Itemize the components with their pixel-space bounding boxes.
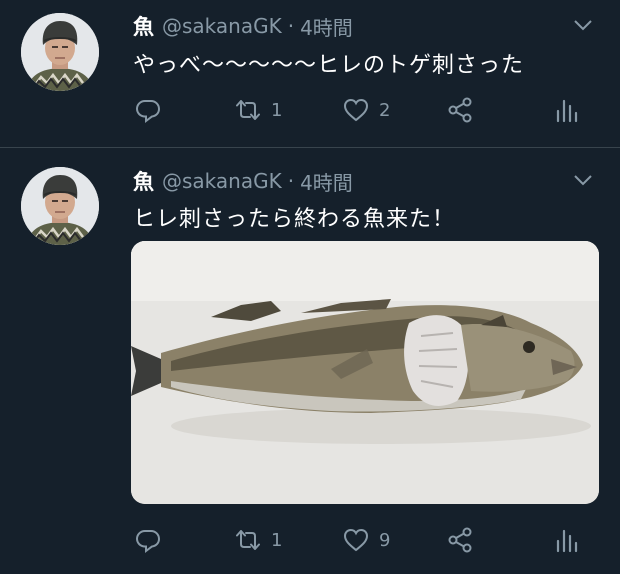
reply-icon <box>135 530 161 553</box>
like-count: 2 <box>379 99 391 121</box>
like-button[interactable]: 2 <box>343 96 390 124</box>
like-icon <box>343 528 369 552</box>
fish-photo <box>131 241 599 504</box>
action-bar: 1 9 <box>135 526 585 554</box>
separator-dot: · <box>287 14 295 38</box>
stats-button[interactable] <box>553 96 579 124</box>
retweet-count: 1 <box>271 529 283 551</box>
retweet-count: 1 <box>271 99 283 121</box>
tweet-text: ヒレ刺さったら終わる魚来た！ <box>133 207 456 232</box>
share-icon <box>448 97 472 123</box>
tweet-text: やっべ〜〜〜〜〜ヒレのトゲ刺さった <box>133 53 525 78</box>
separator-dot: · <box>287 169 295 193</box>
retweet-icon <box>236 100 260 120</box>
handle[interactable]: @sakanaGK <box>162 14 282 38</box>
share-button[interactable] <box>447 96 473 124</box>
timestamp[interactable]: 4時間 <box>300 12 353 41</box>
reply-icon <box>135 100 161 123</box>
share-icon <box>448 527 472 553</box>
timestamp[interactable]: 4時間 <box>300 167 353 196</box>
like-button[interactable]: 9 <box>343 526 390 554</box>
reply-button[interactable] <box>135 96 161 124</box>
tweet-photo[interactable] <box>131 241 599 504</box>
share-button[interactable] <box>447 526 473 554</box>
avatar[interactable] <box>21 13 99 91</box>
stats-icon <box>556 529 578 553</box>
chevron-down-icon[interactable] <box>572 169 594 191</box>
display-name[interactable]: 魚 <box>133 11 154 41</box>
tweet-header: 魚 @sakanaGK · 4時間 <box>133 11 353 41</box>
reply-button[interactable] <box>135 526 161 554</box>
tweet[interactable]: 魚 @sakanaGK · 4時間 やっべ〜〜〜〜〜ヒレのトゲ刺さった 1 2 <box>0 0 620 148</box>
action-bar: 1 2 <box>135 96 585 124</box>
retweet-button[interactable]: 1 <box>235 526 282 554</box>
display-name[interactable]: 魚 <box>133 166 154 196</box>
tweet-header: 魚 @sakanaGK · 4時間 <box>133 166 353 196</box>
retweet-icon <box>236 530 260 550</box>
stats-icon <box>556 99 578 123</box>
avatar-image <box>21 167 99 245</box>
chevron-down-icon[interactable] <box>572 14 594 36</box>
like-count: 9 <box>379 529 391 551</box>
stats-button[interactable] <box>553 526 579 554</box>
retweet-button[interactable]: 1 <box>235 96 282 124</box>
like-icon <box>343 98 369 122</box>
handle[interactable]: @sakanaGK <box>162 169 282 193</box>
tweet[interactable]: 魚 @sakanaGK · 4時間 ヒレ刺さったら終わる魚来た！ 1 9 <box>0 149 620 574</box>
avatar-image <box>21 13 99 91</box>
avatar[interactable] <box>21 167 99 245</box>
